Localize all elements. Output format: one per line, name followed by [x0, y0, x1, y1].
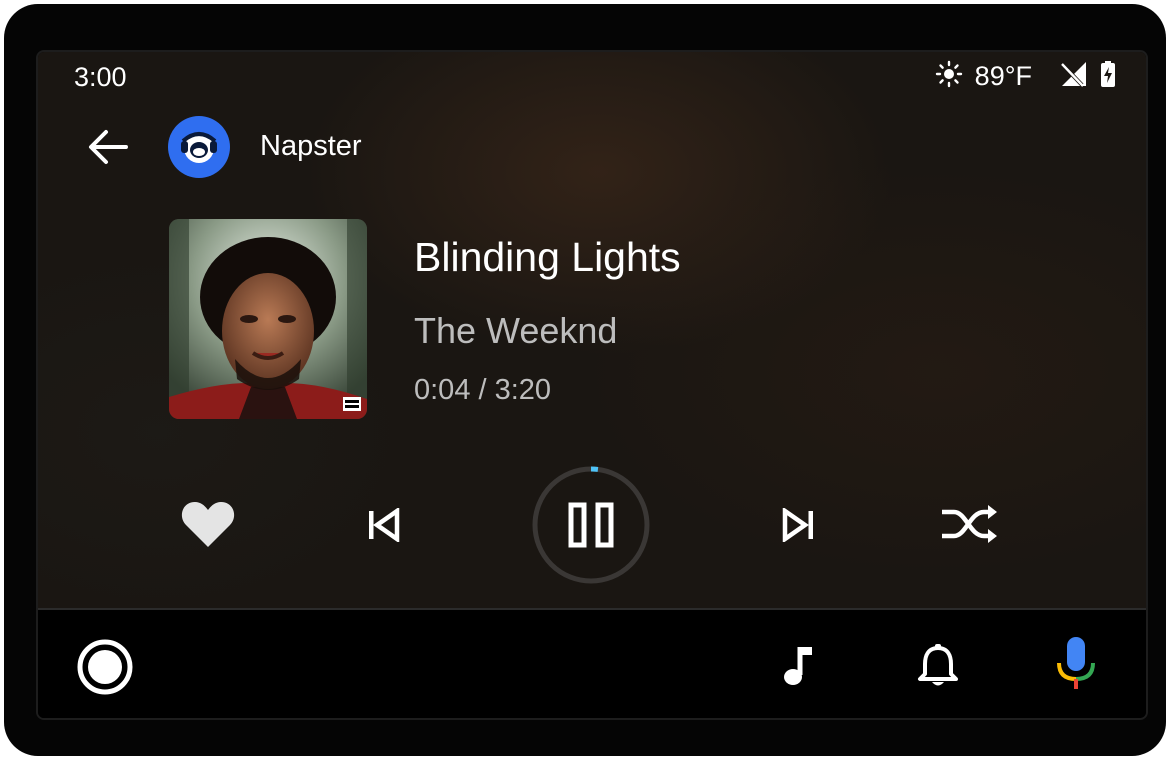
skip-previous-icon: [369, 508, 400, 542]
car-display-frame: 3:00 89°F Napster Blinding Lights The We…: [4, 4, 1166, 756]
back-button[interactable]: [82, 122, 132, 172]
previous-track-button[interactable]: [360, 502, 406, 548]
home-icon: [77, 639, 133, 695]
app-name: Napster: [260, 130, 362, 162]
progress-ring: [532, 466, 650, 584]
napster-logo[interactable]: [168, 116, 230, 178]
status-time: 3:00: [74, 62, 127, 92]
track-title: Blinding Lights: [414, 234, 681, 280]
back-arrow-icon: [89, 130, 128, 164]
favorite-button[interactable]: [180, 496, 236, 552]
bell-icon: [918, 644, 958, 686]
sun-icon: [935, 60, 963, 93]
music-button[interactable]: [774, 640, 826, 692]
microphone-icon: [1057, 637, 1095, 689]
album-art: [169, 219, 367, 419]
track-progress-time: 0:04 / 3:20: [414, 374, 552, 406]
next-track-button[interactable]: [776, 502, 822, 548]
skip-next-icon: [782, 508, 813, 542]
temperature: 89°F: [974, 61, 1032, 91]
track-artist: The Weeknd: [414, 310, 618, 351]
shuffle-icon: [942, 505, 997, 543]
android-auto-screen: 3:00 89°F Napster Blinding Lights The We…: [36, 50, 1148, 720]
status-indicators: 89°F: [935, 60, 1116, 93]
battery-charging-icon: [1100, 60, 1116, 93]
no-signal-icon: [1058, 60, 1088, 93]
napster-cat-icon: [181, 132, 217, 163]
pause-button[interactable]: [530, 464, 652, 586]
voice-assistant-button[interactable]: [1048, 634, 1104, 694]
pause-icon: [568, 502, 614, 548]
music-note-icon: [784, 647, 812, 685]
nav-bar: [38, 610, 1146, 718]
notifications-button[interactable]: [910, 638, 966, 694]
heart-icon: [181, 502, 235, 547]
shuffle-button[interactable]: [940, 498, 1000, 550]
home-button[interactable]: [74, 636, 136, 698]
